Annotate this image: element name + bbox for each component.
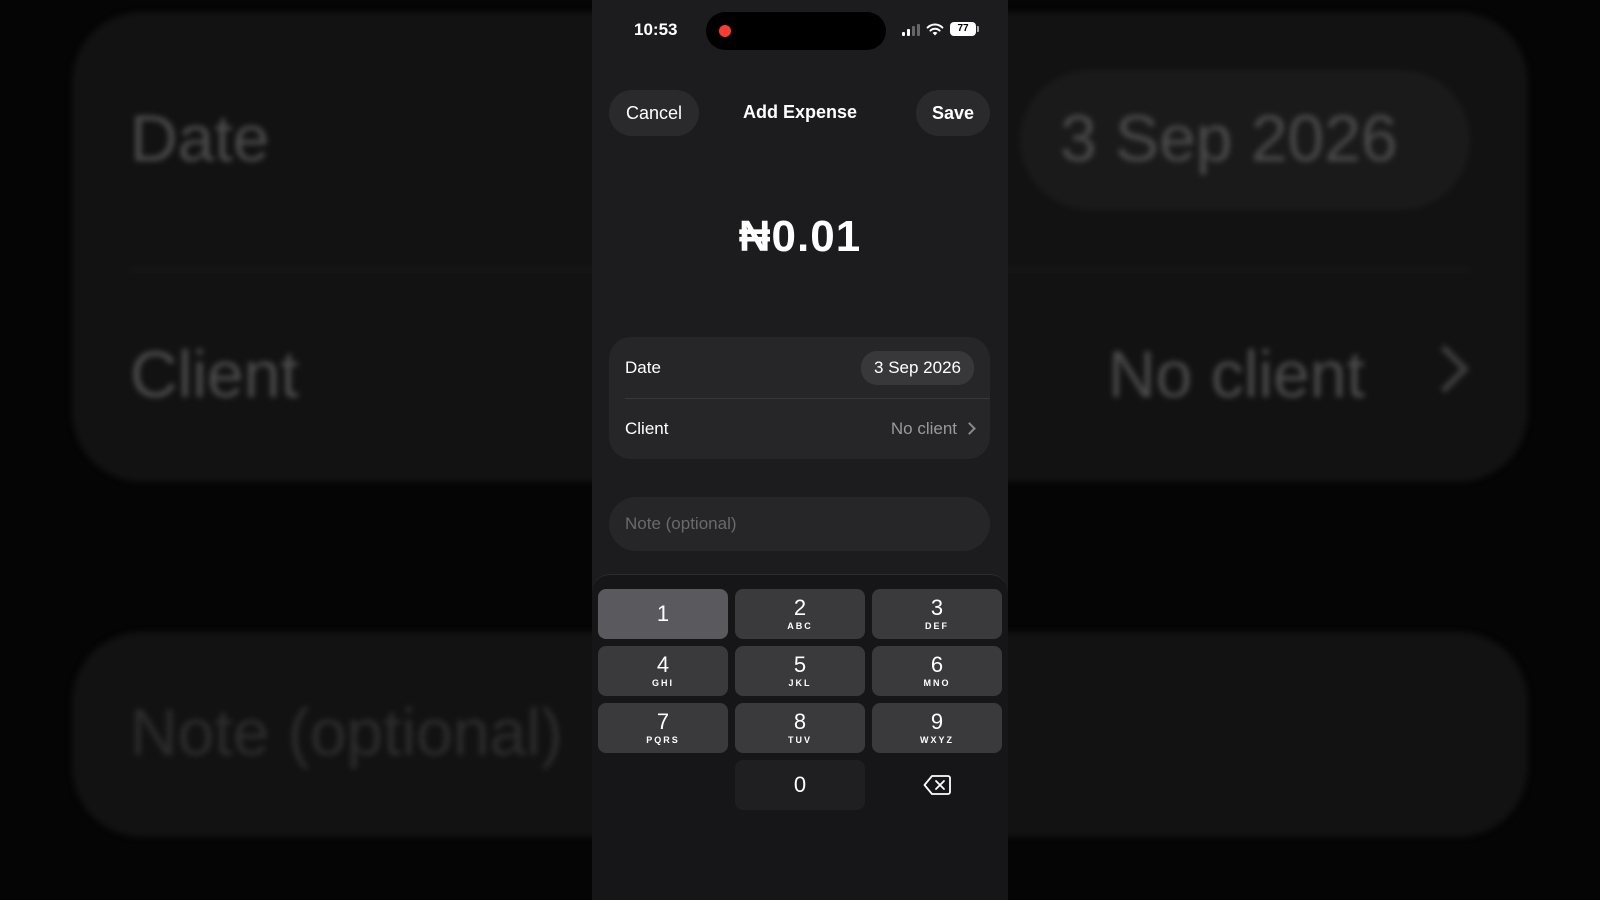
key-digit: 3 bbox=[930, 595, 944, 620]
recording-indicator-icon bbox=[719, 25, 731, 37]
expense-form-card: Date 3 Sep 2026 Client No client bbox=[609, 337, 990, 459]
client-value: No client bbox=[890, 418, 957, 438]
note-input[interactable] bbox=[609, 497, 990, 551]
key-5[interactable]: 5 JKL bbox=[735, 646, 865, 696]
key-letters: GHI bbox=[651, 678, 674, 688]
status-time: 10:53 bbox=[634, 20, 678, 39]
numeric-keypad: 1 2 ABC 3 DEF 4 GHI 5 JKL 6 MNO 7 PQRS 8… bbox=[592, 574, 1008, 900]
phone-screen: 10:53 77 Cancel Add Expense Save ₦0.01 D… bbox=[592, 0, 1008, 900]
key-letters: MNO bbox=[923, 678, 951, 688]
background-note-placeholder: Note (optional) bbox=[130, 695, 563, 769]
background-date-label: Date bbox=[130, 101, 270, 175]
key-1[interactable]: 1 bbox=[598, 589, 728, 639]
client-row[interactable]: Client No client bbox=[609, 398, 990, 459]
key-letters: WXYZ bbox=[920, 735, 954, 745]
background-client-label: Client bbox=[130, 337, 299, 411]
wifi-icon bbox=[926, 23, 944, 36]
status-bar: 10:53 77 bbox=[592, 0, 1008, 62]
key-digit: 9 bbox=[930, 709, 944, 734]
key-letters: JKL bbox=[788, 678, 812, 688]
chevron-right-icon bbox=[963, 422, 976, 435]
background-date-value: 3 Sep 2026 bbox=[1060, 101, 1398, 175]
client-value-group: No client bbox=[890, 418, 976, 439]
backspace-button[interactable] bbox=[872, 760, 1002, 810]
key-digit: 8 bbox=[793, 709, 807, 734]
key-6[interactable]: 6 MNO bbox=[872, 646, 1002, 696]
key-digit: 6 bbox=[930, 652, 944, 677]
key-9[interactable]: 9 WXYZ bbox=[872, 703, 1002, 753]
battery-icon: 77 bbox=[950, 22, 979, 36]
key-0[interactable]: 0 bbox=[735, 760, 865, 810]
key-digit: 2 bbox=[793, 595, 807, 620]
key-digit: 0 bbox=[793, 772, 807, 797]
key-digit: 4 bbox=[656, 652, 670, 677]
date-picker-button[interactable]: 3 Sep 2026 bbox=[861, 350, 974, 385]
key-letters: TUV bbox=[788, 735, 812, 745]
date-row: Date 3 Sep 2026 bbox=[609, 337, 990, 398]
key-letters: DEF bbox=[925, 621, 949, 631]
key-4[interactable]: 4 GHI bbox=[598, 646, 728, 696]
key-7[interactable]: 7 PQRS bbox=[598, 703, 728, 753]
key-letters: PQRS bbox=[646, 735, 680, 745]
amount-display: ₦0.01 bbox=[738, 212, 862, 261]
key-8[interactable]: 8 TUV bbox=[735, 703, 865, 753]
key-2[interactable]: 2 ABC bbox=[735, 589, 865, 639]
background-client-value: No client bbox=[1108, 337, 1365, 411]
key-digit: 1 bbox=[656, 601, 670, 626]
key-letters: ABC bbox=[787, 621, 813, 631]
save-button[interactable]: Save bbox=[916, 90, 990, 136]
cellular-signal-icon bbox=[902, 24, 920, 36]
key-3[interactable]: 3 DEF bbox=[872, 589, 1002, 639]
client-label: Client bbox=[625, 418, 669, 438]
key-digit: 7 bbox=[656, 709, 670, 734]
dynamic-island bbox=[706, 12, 886, 50]
key-digit: 5 bbox=[793, 652, 807, 677]
delete-left-icon bbox=[923, 775, 951, 795]
date-label: Date bbox=[625, 357, 661, 377]
